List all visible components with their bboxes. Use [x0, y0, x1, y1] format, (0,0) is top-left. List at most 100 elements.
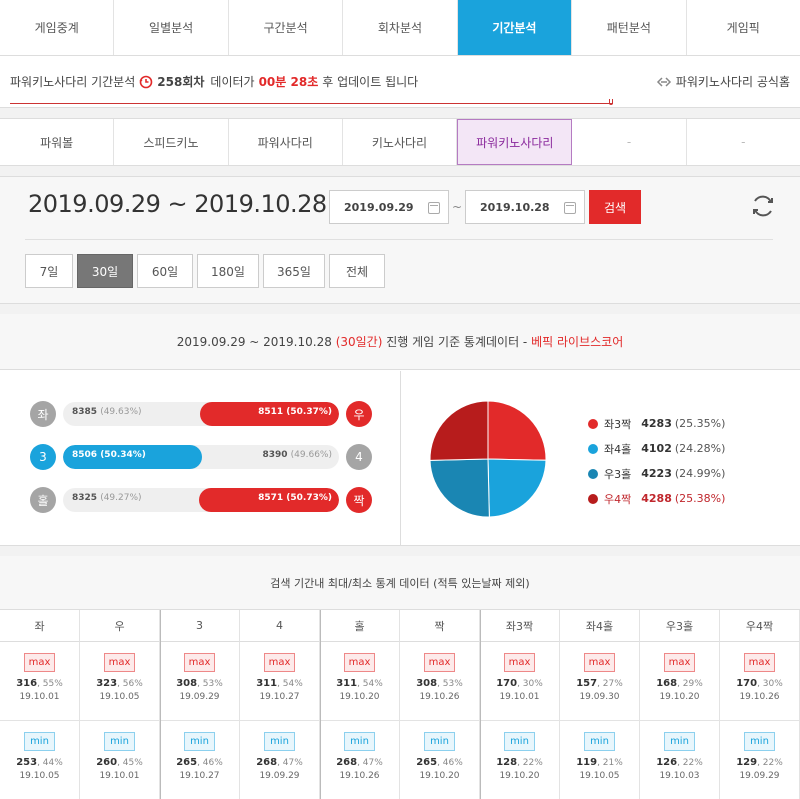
max-count: 170	[496, 678, 518, 689]
pie-legend: 좌3짝 4283 (25.35%) 좌4홀 4102 (24.28%) 우3홀 4223 (24…	[588, 411, 725, 511]
min-percent: , 22%	[517, 758, 543, 768]
period-button-5[interactable]: 전체	[329, 254, 385, 288]
right-count-percent: (50.37%)	[286, 407, 332, 417]
max-badge: max	[664, 653, 695, 672]
max-cell: max 311, 54% 19.10.27	[240, 642, 320, 721]
max-date: 19.10.26	[419, 692, 460, 702]
nav-tab-1[interactable]: 일별분석	[114, 0, 229, 55]
game-tab-6[interactable]: -	[687, 119, 800, 165]
column-header: 우4짝	[720, 610, 800, 642]
column-header: 우	[80, 610, 160, 642]
stats-header: 2019.09.29 ~ 2019.10.28 (30일간) 진행 게임 기준 …	[0, 314, 800, 370]
stats-source: 베픽 라이브스코어	[531, 335, 624, 349]
right-result-circle: 우	[346, 401, 372, 427]
progress-line	[10, 103, 613, 104]
legend-count: 4223	[641, 467, 672, 480]
column-header: 홀	[320, 610, 400, 642]
min-percent: , 46%	[197, 758, 223, 768]
date-separator: ~	[452, 200, 463, 214]
start-date-input[interactable]: 2019.09.29	[329, 190, 449, 224]
max-percent: , 53%	[197, 679, 223, 689]
official-home-link[interactable]: 파워키노사다리 공식홈	[656, 73, 790, 90]
left-count-value: 8506	[72, 450, 101, 460]
max-count: 170	[736, 678, 758, 689]
min-cell: min 126, 22% 19.10.03	[640, 721, 720, 799]
legend-label: 우4짝	[604, 492, 632, 506]
info-mid: 데이터가	[210, 75, 255, 89]
group-divider	[160, 610, 161, 799]
max-count: 323	[96, 678, 118, 689]
min-date: 19.10.01	[99, 771, 140, 781]
max-cell: max 170, 30% 19.10.26	[720, 642, 800, 721]
right-count: 8390 (49.66%)	[262, 450, 332, 460]
max-percent: , 53%	[437, 679, 463, 689]
result-pie-chart	[429, 400, 547, 518]
column-header: 우3홀	[640, 610, 720, 642]
game-tab-0[interactable]: 파워볼	[0, 119, 115, 165]
end-date-input[interactable]: 2019.10.28	[465, 190, 585, 224]
max-count: 168	[656, 678, 678, 689]
legend-label: 좌3짝	[604, 417, 632, 431]
min-cell: min 119, 21% 19.10.05	[560, 721, 640, 799]
min-date: 19.10.05	[579, 771, 620, 781]
max-value: 168, 29%	[640, 678, 719, 689]
min-date: 19.09.29	[259, 771, 300, 781]
period-button-0[interactable]: 7일	[25, 254, 73, 288]
right-count-percent: (49.66%)	[290, 450, 332, 460]
period-button-2[interactable]: 60일	[137, 254, 193, 288]
right-result-circle: 4	[346, 444, 372, 470]
max-cell: max 308, 53% 19.10.26	[400, 642, 480, 721]
min-badge: min	[104, 732, 135, 751]
stats-mid: 진행 게임 기준 통계데이터 -	[386, 335, 528, 349]
max-value: 157, 27%	[560, 678, 639, 689]
max-date: 19.10.01	[19, 692, 60, 702]
legend-label: 우3홀	[604, 467, 632, 481]
period-button-4[interactable]: 365일	[263, 254, 325, 288]
game-tab-1[interactable]: 스피드키노	[114, 119, 229, 165]
refresh-icon[interactable]	[750, 193, 776, 219]
min-count: 126	[656, 757, 678, 768]
min-date: 19.10.26	[339, 771, 380, 781]
game-tab-3[interactable]: 키노사다리	[343, 119, 458, 165]
legend-dot	[588, 443, 598, 454]
max-percent: , 54%	[357, 679, 383, 689]
max-percent: , 54%	[277, 679, 303, 689]
calendar-icon[interactable]	[564, 202, 576, 214]
max-value: 323, 56%	[80, 678, 159, 689]
legend-dot	[588, 493, 598, 504]
period-button-3[interactable]: 180일	[197, 254, 259, 288]
min-badge: min	[24, 732, 55, 751]
min-count: 268	[336, 757, 358, 768]
max-cell: max 311, 54% 19.10.20	[320, 642, 400, 721]
column-header: 좌	[0, 610, 80, 642]
min-value: 119, 21%	[560, 757, 639, 768]
min-count: 119	[576, 757, 598, 768]
game-tab-4[interactable]: 파워키노사다리	[457, 119, 573, 165]
nav-tab-4[interactable]: 기간분석	[457, 0, 573, 55]
nav-tab-6[interactable]: 게임픽	[687, 0, 800, 55]
calendar-icon[interactable]	[428, 202, 440, 214]
nav-tab-3[interactable]: 회차분석	[343, 0, 458, 55]
min-value: 260, 45%	[80, 757, 159, 768]
min-cell: min 128, 22% 19.10.20	[480, 721, 560, 799]
max-date: 19.09.29	[179, 692, 220, 702]
min-cell: min 265, 46% 19.10.27	[160, 721, 240, 799]
nav-tab-2[interactable]: 구간분석	[229, 0, 344, 55]
game-tab-2[interactable]: 파워사다리	[229, 119, 343, 165]
stats-days: (30일간)	[335, 335, 383, 349]
nav-tab-0[interactable]: 게임중계	[0, 0, 115, 55]
game-tab-5[interactable]: -	[572, 119, 687, 165]
min-percent: , 45%	[117, 758, 143, 768]
max-count: 308	[416, 678, 438, 689]
max-badge: max	[184, 653, 215, 672]
min-cell: min 260, 45% 19.10.01	[80, 721, 160, 799]
main-nav: 게임중계 일별분석 구간분석 회차분석 기간분석 패턴분석 게임픽	[0, 0, 800, 56]
max-badge: max	[504, 653, 535, 672]
period-button-1[interactable]: 30일	[77, 254, 133, 288]
min-badge: min	[664, 732, 695, 751]
stats-range: 2019.09.29 ~ 2019.10.28	[176, 334, 332, 349]
min-cell: min 265, 46% 19.10.20	[400, 721, 480, 799]
legend-dot	[588, 468, 598, 479]
search-button[interactable]: 검색	[589, 190, 641, 224]
nav-tab-5[interactable]: 패턴분석	[572, 0, 687, 55]
